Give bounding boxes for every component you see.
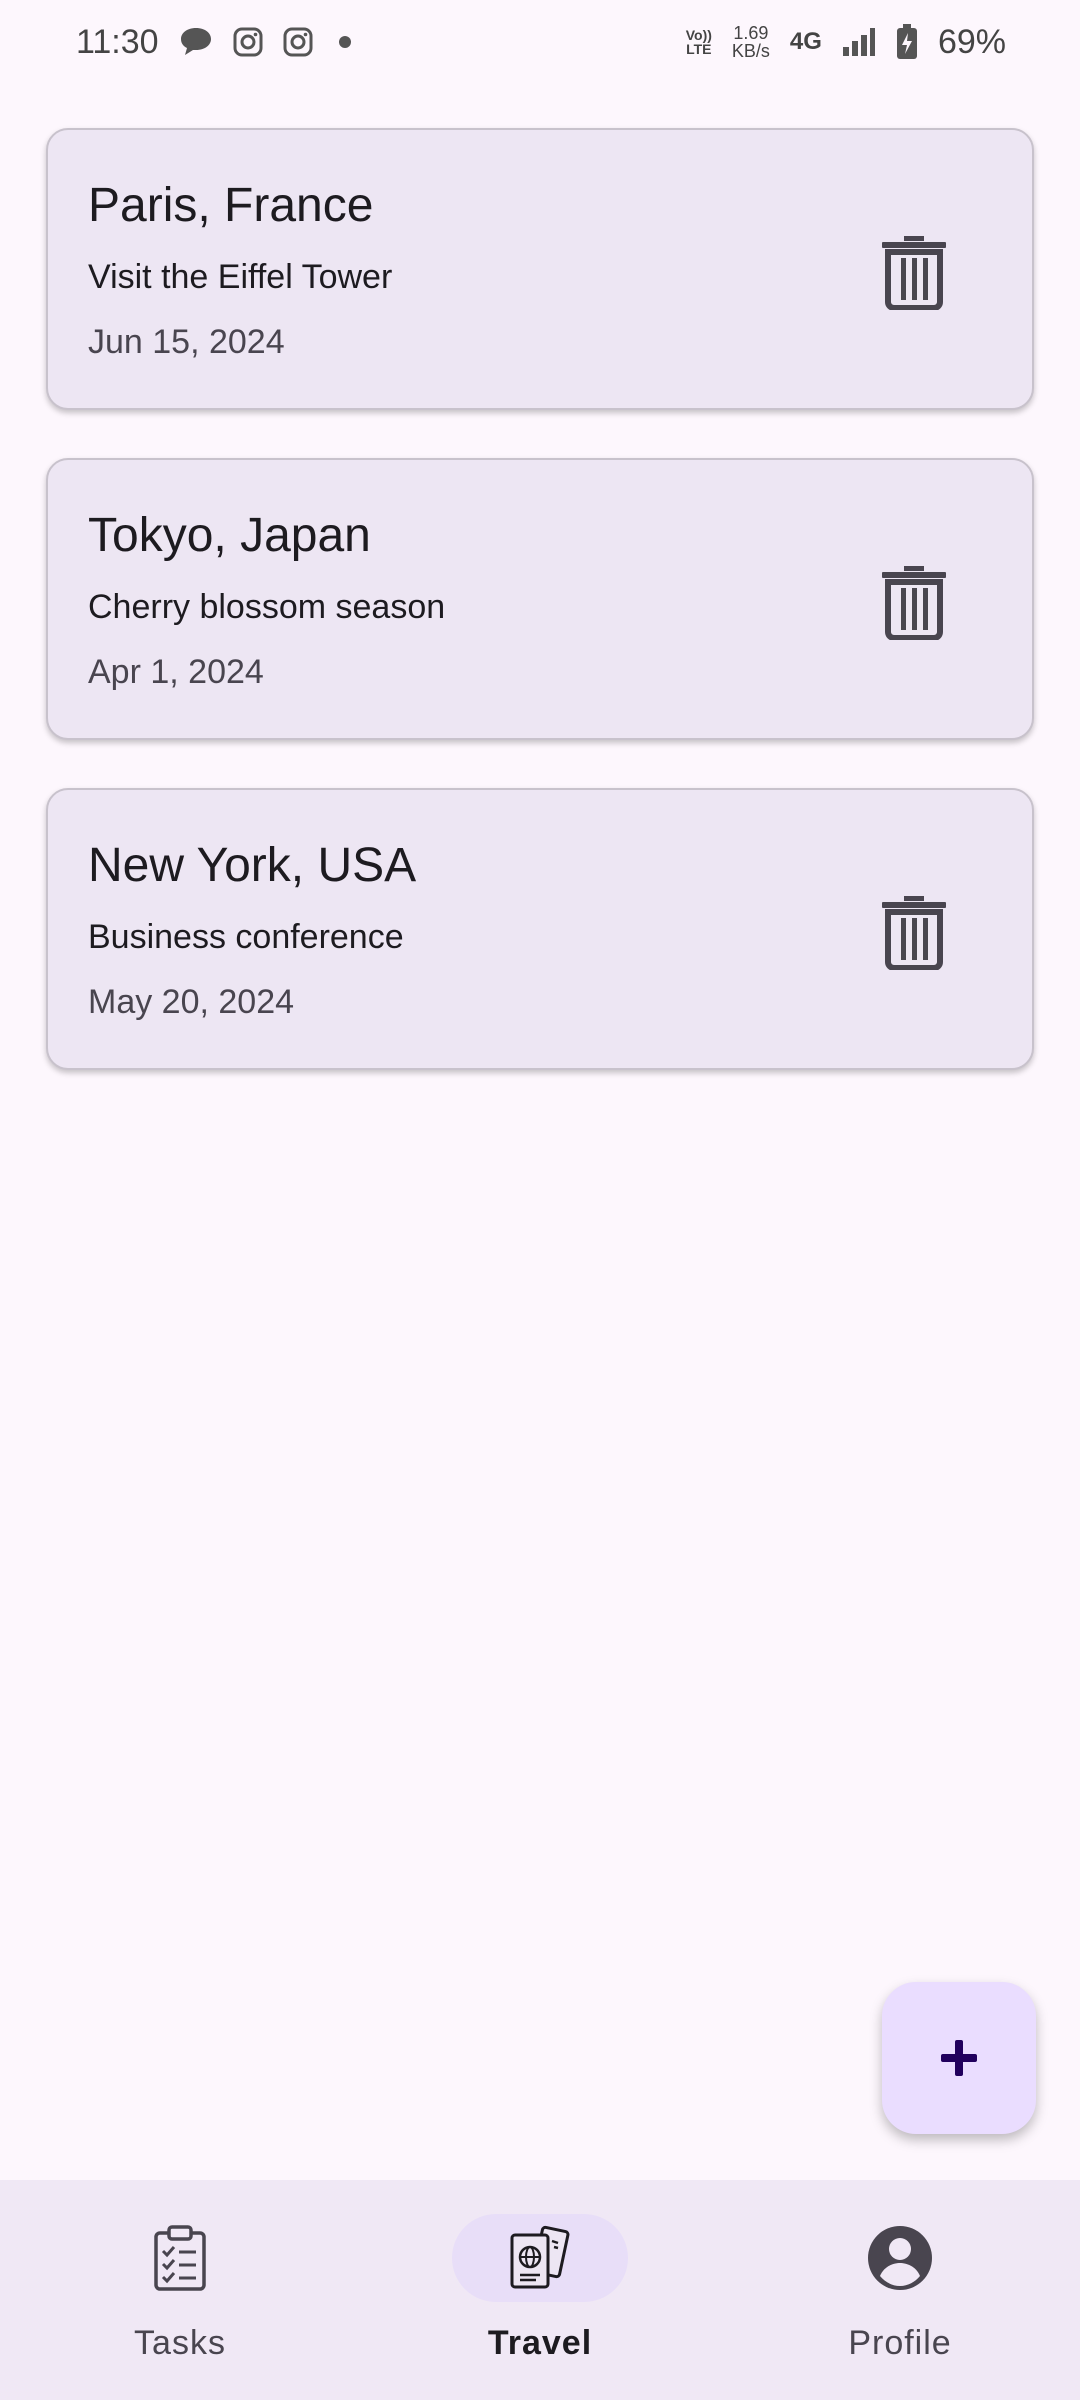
nav-icon-container [452,2214,628,2302]
volte-line1: Vo)) [685,27,712,43]
status-left: 11:30 [76,23,357,62]
trash-icon [882,236,946,310]
trip-destination: Paris, France [88,179,374,232]
trip-description: Cherry blossom season [88,588,446,626]
nav-icon-container [812,2214,988,2302]
speed-value: 1.69 [733,23,769,43]
bottom-navigation: Tasks Travel Profile [0,2180,1080,2400]
plus-icon [941,2040,977,2076]
volte-line2: LTE [686,41,712,57]
signal-icon [842,27,876,57]
delete-button[interactable] [874,560,954,644]
trash-icon [882,566,946,640]
battery-percent: 69% [937,22,1006,61]
speed-unit: KB/s [731,41,770,61]
delete-button[interactable] [874,230,954,314]
trip-card[interactable]: Paris, France Visit the Eiffel Tower Jun… [46,128,1034,410]
passport-ticket-icon [510,2225,570,2289]
trip-date: May 20, 2024 [88,983,295,1021]
trip-card[interactable]: Tokyo, Japan Cherry blossom season Apr 1… [46,458,1034,740]
dot-icon [333,35,357,49]
trash-icon [882,896,946,970]
trip-description: Visit the Eiffel Tower [88,258,393,296]
status-time: 11:30 [76,22,159,61]
nav-item-profile[interactable]: Profile [750,2180,1050,2363]
nav-label-travel: Travel [487,2324,593,2362]
add-trip-button[interactable] [882,1982,1036,2134]
trip-description: Business conference [88,918,404,956]
trip-destination: Tokyo, Japan [88,509,371,562]
message-icon [179,26,213,58]
nav-item-travel[interactable]: Travel [390,2180,690,2363]
status-bar: 11:30 Vo)) LTE 1.69 KB/s 4G 69% [0,0,1080,84]
status-right: Vo)) LTE 1.69 KB/s 4G 69% [686,23,1006,62]
account-circle-icon [868,2226,932,2290]
nav-item-tasks[interactable]: Tasks [30,2180,330,2363]
network-type: 4G [789,28,822,55]
nav-icon-container [92,2214,268,2302]
delete-button[interactable] [874,890,954,974]
trip-list: Paris, France Visit the Eiffel Tower Jun… [46,128,1034,1118]
nav-label-profile: Profile [848,2324,952,2362]
nav-label-tasks: Tasks [134,2324,226,2362]
trip-date: Jun 15, 2024 [88,323,285,361]
clipboard-checklist-icon [154,2225,206,2291]
instagram-icon [233,27,263,57]
network-speed: 1.69 KB/s [732,24,770,60]
instagram-icon [283,27,313,57]
volte-indicator: Vo)) LTE [686,28,712,56]
trip-card[interactable]: New York, USA Business conference May 20… [46,788,1034,1070]
battery-charging-icon [896,24,918,60]
trip-date: Apr 1, 2024 [88,653,264,691]
trip-destination: New York, USA [88,839,417,892]
